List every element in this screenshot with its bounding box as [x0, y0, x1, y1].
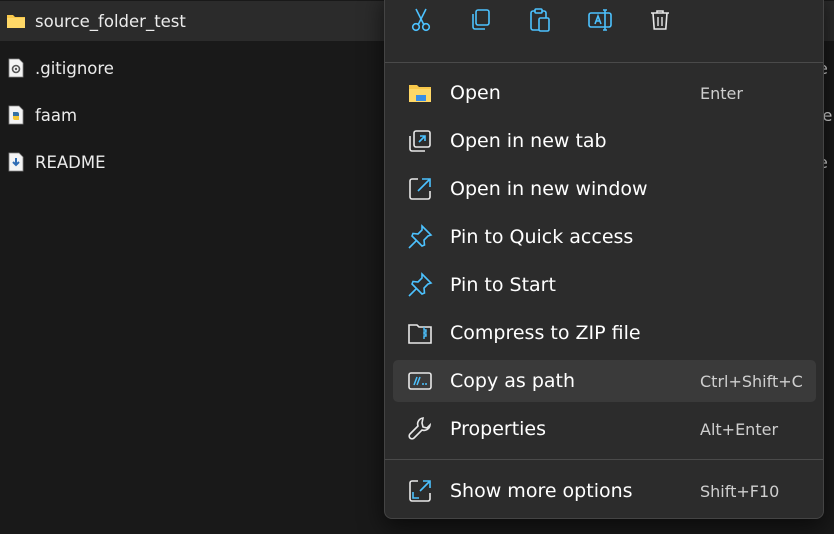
context-menu: Open Enter Open in new tab Open in new w…: [384, 0, 824, 519]
menu-item-label: Open: [450, 82, 501, 104]
menu-item-label: Pin to Start: [450, 274, 556, 296]
scissors-icon: [411, 8, 431, 32]
menu-item-properties[interactable]: Properties Alt+Enter: [393, 408, 816, 450]
file-name: faam: [35, 105, 78, 125]
new-window-icon: [409, 178, 431, 200]
menu-item-label: Pin to Quick access: [450, 226, 634, 248]
menu-separator: [385, 459, 823, 460]
menu-item-label: Open in new tab: [450, 130, 607, 152]
cut-button[interactable]: [397, 1, 445, 39]
menu-separator: [385, 62, 823, 63]
folder-icon: [7, 15, 25, 28]
context-toolbar: [385, 1, 823, 51]
menu-item-label: Show more options: [450, 480, 633, 502]
menu-item-label: Open in new window: [450, 178, 648, 200]
new-tab-icon: [409, 130, 431, 152]
more-options-icon: [409, 480, 431, 502]
menu-item-label: Copy as path: [450, 370, 576, 392]
copy-button[interactable]: [456, 1, 504, 39]
paste-button[interactable]: [516, 1, 564, 39]
pin-icon: [408, 272, 433, 297]
rename-button[interactable]: [576, 1, 624, 39]
menu-item-copy-as-path[interactable]: Copy as path Ctrl+Shift+C: [393, 360, 816, 402]
gear-file-icon: [8, 58, 24, 78]
menu-item-open-new-tab[interactable]: Open in new tab: [393, 120, 816, 162]
copy-icon: [472, 9, 490, 30]
menu-item-pin-quick-access[interactable]: Pin to Quick access: [393, 216, 816, 258]
markdown-file-icon: [8, 152, 24, 172]
delete-button[interactable]: [636, 1, 684, 39]
menu-item-shortcut: Enter: [700, 83, 743, 103]
pin-icon: [408, 224, 433, 249]
zip-folder-icon: [408, 324, 432, 344]
folder-icon: [409, 85, 431, 102]
rename-icon: [588, 9, 612, 31]
menu-item-open[interactable]: Open Enter: [393, 72, 816, 114]
file-name: .gitignore: [35, 58, 114, 78]
clipboard-icon: [530, 8, 550, 32]
trash-icon: [651, 10, 669, 30]
menu-item-shortcut: Alt+Enter: [700, 419, 779, 439]
menu-item-label: Properties: [450, 418, 547, 440]
copy-path-icon: [408, 372, 432, 390]
file-name: README: [35, 152, 106, 172]
menu-item-label: Compress to ZIP file: [450, 322, 641, 344]
menu-item-shortcut: Shift+F10: [700, 481, 780, 501]
menu-item-show-more-options[interactable]: Show more options Shift+F10: [393, 470, 816, 512]
menu-item-compress-zip[interactable]: Compress to ZIP file: [393, 312, 816, 354]
file-name: source_folder_test: [35, 11, 186, 31]
menu-item-pin-start[interactable]: Pin to Start: [393, 264, 816, 306]
menu-item-shortcut: Ctrl+Shift+C: [700, 371, 803, 391]
menu-item-open-new-window[interactable]: Open in new window: [393, 168, 816, 210]
python-file-icon: [8, 105, 24, 125]
wrench-icon: [408, 417, 432, 440]
